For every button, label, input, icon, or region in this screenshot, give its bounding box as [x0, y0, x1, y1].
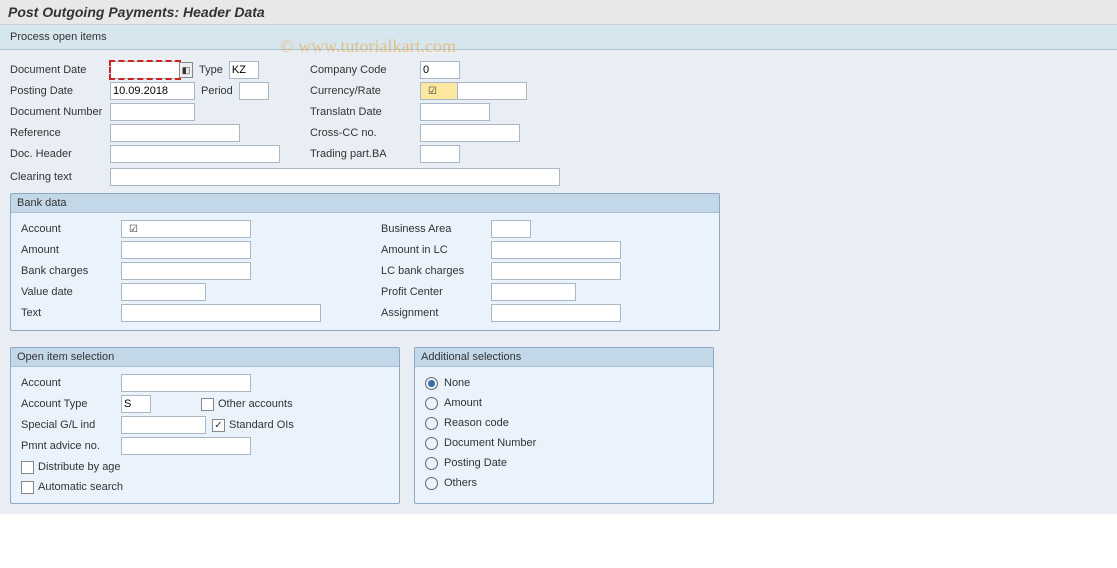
bank-account-input[interactable] [121, 220, 251, 238]
amount-lc-input[interactable] [491, 241, 621, 259]
amount-lc-label: Amount in LC [381, 244, 491, 256]
period-label: Period [201, 85, 233, 97]
trading-part-label: Trading part.BA [310, 148, 420, 160]
lc-bank-charges-input[interactable] [491, 262, 621, 280]
bank-account-label: Account [21, 223, 121, 235]
page-title: Post Outgoing Payments: Header Data [0, 0, 1117, 25]
currency-rate-label: Currency/Rate [310, 85, 420, 97]
rate-input[interactable] [457, 82, 527, 100]
translatn-date-label: Translatn Date [310, 106, 420, 118]
type-label: Type [199, 64, 223, 76]
distribute-by-age-label: Distribute by age [38, 461, 121, 473]
open-item-selection-group: Open item selection Account Account Type… [10, 347, 400, 504]
trading-part-input[interactable] [420, 145, 460, 163]
currency-input[interactable] [420, 82, 460, 100]
radio-amount[interactable] [425, 397, 438, 410]
assignment-input[interactable] [491, 304, 621, 322]
profit-center-input[interactable] [491, 283, 576, 301]
process-open-items-button[interactable]: Process open items [10, 31, 107, 43]
other-accounts-checkbox[interactable] [201, 398, 214, 411]
oi-account-label: Account [21, 377, 121, 389]
type-input[interactable] [229, 61, 259, 79]
clearing-text-input[interactable] [110, 168, 560, 186]
pmnt-advice-input[interactable] [121, 437, 251, 455]
account-type-input[interactable] [121, 395, 151, 413]
required-icon: ☑ [129, 224, 138, 235]
lc-bank-charges-label: LC bank charges [381, 265, 491, 277]
standard-ois-checkbox[interactable]: ✓ [212, 419, 225, 432]
special-gl-label: Special G/L ind [21, 419, 121, 431]
doc-header-label: Doc. Header [10, 148, 110, 160]
cross-cc-input[interactable] [420, 124, 520, 142]
toolbar: Process open items [0, 25, 1117, 50]
bank-data-title: Bank data [11, 194, 719, 213]
document-date-input[interactable] [110, 61, 180, 79]
amount-input[interactable] [121, 241, 251, 259]
text-input[interactable] [121, 304, 321, 322]
period-input[interactable] [239, 82, 269, 100]
radio-others[interactable] [425, 477, 438, 490]
radio-amount-label: Amount [444, 397, 482, 409]
document-date-label: Document Date [10, 64, 110, 76]
cross-cc-label: Cross-CC no. [310, 127, 420, 139]
document-number-label: Document Number [10, 106, 110, 118]
posting-date-label: Posting Date [10, 85, 110, 97]
radio-posting-date[interactable] [425, 457, 438, 470]
radio-document-number-label: Document Number [444, 437, 536, 449]
value-date-label: Value date [21, 286, 121, 298]
bank-data-group: Bank data Account ☑ Amount Bank charges … [10, 193, 720, 331]
doc-header-input[interactable] [110, 145, 280, 163]
distribute-by-age-checkbox[interactable] [21, 461, 34, 474]
assignment-label: Assignment [381, 307, 491, 319]
radio-none-label: None [444, 377, 470, 389]
oi-account-input[interactable] [121, 374, 251, 392]
radio-none[interactable] [425, 377, 438, 390]
business-area-label: Business Area [381, 223, 491, 235]
bank-charges-input[interactable] [121, 262, 251, 280]
reference-label: Reference [10, 127, 110, 139]
document-number-input[interactable] [110, 103, 195, 121]
required-icon: ☑ [428, 86, 437, 97]
special-gl-input[interactable] [121, 416, 206, 434]
reference-input[interactable] [110, 124, 240, 142]
radio-others-label: Others [444, 477, 477, 489]
radio-reason-code[interactable] [425, 417, 438, 430]
amount-label: Amount [21, 244, 121, 256]
text-label: Text [21, 307, 121, 319]
open-item-selection-title: Open item selection [11, 348, 399, 367]
account-type-label: Account Type [21, 398, 121, 410]
company-code-label: Company Code [310, 64, 420, 76]
additional-selections-title: Additional selections [415, 348, 713, 367]
standard-ois-label: Standard OIs [229, 419, 294, 431]
profit-center-label: Profit Center [381, 286, 491, 298]
pmnt-advice-label: Pmnt advice no. [21, 440, 121, 452]
date-picker-icon[interactable]: ◧ [179, 62, 193, 78]
clearing-text-label: Clearing text [10, 171, 110, 183]
posting-date-input[interactable] [110, 82, 195, 100]
business-area-input[interactable] [491, 220, 531, 238]
company-code-input[interactable] [420, 61, 460, 79]
automatic-search-label: Automatic search [38, 481, 123, 493]
automatic-search-checkbox[interactable] [21, 481, 34, 494]
radio-document-number[interactable] [425, 437, 438, 450]
other-accounts-label: Other accounts [218, 398, 293, 410]
bank-charges-label: Bank charges [21, 265, 121, 277]
radio-reason-code-label: Reason code [444, 417, 509, 429]
radio-posting-date-label: Posting Date [444, 457, 507, 469]
translatn-date-input[interactable] [420, 103, 490, 121]
value-date-input[interactable] [121, 283, 206, 301]
additional-selections-group: Additional selections None Amount Reason… [414, 347, 714, 504]
